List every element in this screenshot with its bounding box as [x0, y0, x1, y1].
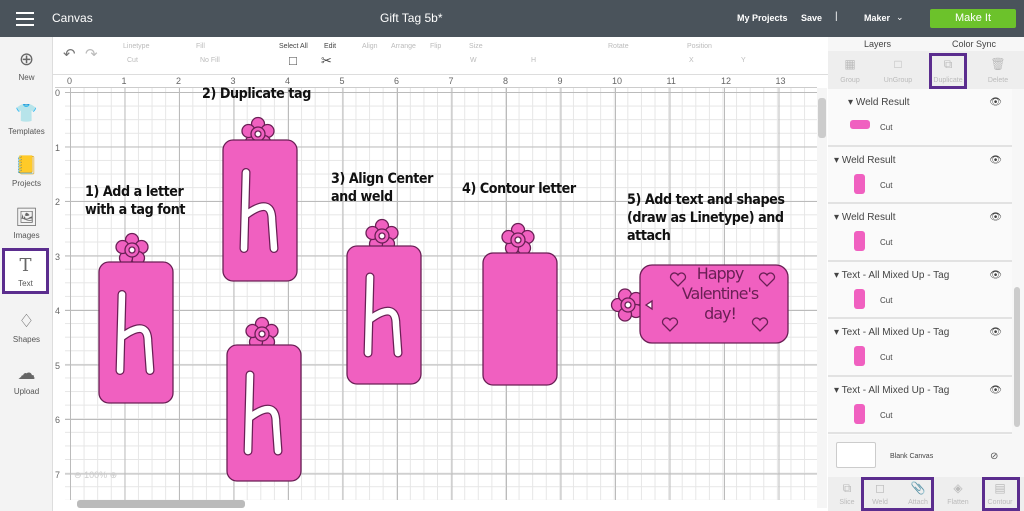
layer-operation: Cut	[880, 410, 893, 420]
layer-operation: Cut	[880, 123, 893, 132]
delete-button[interactable]: Delete	[974, 77, 1022, 84]
tag-step-4[interactable]	[482, 222, 558, 386]
layer-group[interactable]: ▾ Text - All Mixed Up - Tag 👁 Cut	[828, 377, 1012, 434]
layer-name: ▾ Weld Result	[834, 212, 896, 223]
group-button[interactable]: Group	[826, 77, 874, 84]
annotation-step-1: 1) Add a letter with a tag font	[85, 184, 186, 218]
eye-icon[interactable]: 👁	[989, 155, 1002, 166]
group-icon: ▦	[844, 57, 856, 71]
contour-highlight	[982, 477, 1020, 511]
layer-group[interactable]: ▾ Weld Result 👁 Cut	[828, 204, 1012, 262]
layer-operation: Cut	[880, 295, 893, 305]
ungroup-button[interactable]: UnGroup	[874, 77, 922, 84]
layer-name: ▾ Text - All Mixed Up - Tag	[834, 327, 950, 338]
duplicate-highlight	[929, 53, 967, 89]
layer-name: ▾ Weld Result	[848, 97, 910, 108]
tag-text-line: Happy	[696, 264, 745, 283]
layer-group[interactable]: ▾ Weld Result 👁 Cut	[828, 147, 1012, 204]
annotation-step-3: 3) Align Center and weld	[331, 171, 433, 205]
layer-thumbnail	[854, 403, 865, 424]
trash-icon: 🗑	[990, 57, 1006, 71]
tab-layers[interactable]: Layers	[864, 39, 891, 49]
layer-thumbnail	[854, 231, 865, 251]
caret-down-icon[interactable]: ▾	[834, 385, 839, 396]
layer-operation: Cut	[880, 238, 893, 247]
flatten-icon: ◈	[953, 481, 963, 495]
eye-hidden-icon[interactable]: ⊘	[990, 451, 998, 462]
layers-scrollbar[interactable]	[1014, 97, 1020, 427]
eye-icon[interactable]: 👁	[989, 270, 1002, 281]
weld-attach-highlight	[861, 477, 934, 511]
tag-step-2-top[interactable]	[222, 116, 298, 282]
layer-operation: Cut	[880, 180, 893, 190]
annotation-step-2: 2) Duplicate tag	[202, 86, 311, 102]
flatten-button[interactable]: Flatten	[939, 499, 977, 506]
valentine-tag-text: Happy Valentine's day!	[652, 264, 788, 324]
tab-color-sync[interactable]: Color Sync	[952, 39, 996, 49]
layer-thumbnail	[850, 120, 870, 129]
layer-group[interactable]: ▾ Text - All Mixed Up - Tag 👁 Cut	[828, 319, 1012, 377]
eye-icon[interactable]: 👁	[989, 97, 1002, 108]
eye-icon[interactable]: 👁	[989, 327, 1002, 338]
layer-group[interactable]: ▾ Weld Result 👁 Cut	[828, 89, 1012, 147]
layers-list: ▾ Weld Result 👁 Cut ▾ Weld Result 👁 Cut ▾ Weld…	[828, 89, 1012, 435]
annotation-step-4: 4) Contour letter	[462, 181, 576, 197]
tag-step-2-bottom[interactable]	[226, 316, 302, 482]
tag-step-1[interactable]	[98, 232, 174, 404]
eye-icon[interactable]: 👁	[989, 212, 1002, 223]
layer-thumbnail	[854, 288, 865, 309]
layer-operation: Cut	[880, 353, 893, 362]
caret-down-icon[interactable]: ▾	[834, 327, 839, 338]
ungroup-icon: □	[894, 57, 902, 71]
layer-thumbnail	[854, 173, 865, 194]
layer-thumbnail	[854, 346, 865, 366]
tag-text-line: day!	[704, 304, 737, 323]
caret-down-icon[interactable]: ▾	[834, 270, 839, 281]
blank-canvas-swatch[interactable]	[836, 442, 876, 468]
blank-canvas-label: Blank Canvas	[890, 453, 934, 460]
tag-text-line: Valentine's	[681, 284, 759, 303]
layers-panel: Layers Color Sync ▦ Group □ UnGroup ⧉ Dupli…	[828, 37, 1024, 511]
tag-step-3[interactable]	[346, 218, 422, 385]
caret-down-icon[interactable]: ▾	[848, 97, 853, 108]
caret-down-icon[interactable]: ▾	[834, 155, 839, 166]
layer-name: ▾ Text - All Mixed Up - Tag	[834, 269, 950, 281]
layers-top-actions: ▦ Group □ UnGroup ⧉ Duplicate 🗑 Delete	[828, 51, 1024, 89]
caret-down-icon[interactable]: ▾	[834, 212, 839, 223]
eye-icon[interactable]: 👁	[989, 385, 1002, 396]
layer-group[interactable]: ▾ Text - All Mixed Up - Tag 👁 Cut	[828, 262, 1012, 319]
layer-name: ▾ Weld Result	[834, 154, 896, 166]
layer-name: ▾ Text - All Mixed Up - Tag	[834, 384, 950, 396]
annotation-step-5: 5) Add text and shapes (draw as Linetype…	[627, 192, 785, 244]
layers-bottom-actions: ⧉ Slice ◻ Weld 📎 Attach ◈ Flatten ▤ Contour	[828, 477, 1024, 511]
